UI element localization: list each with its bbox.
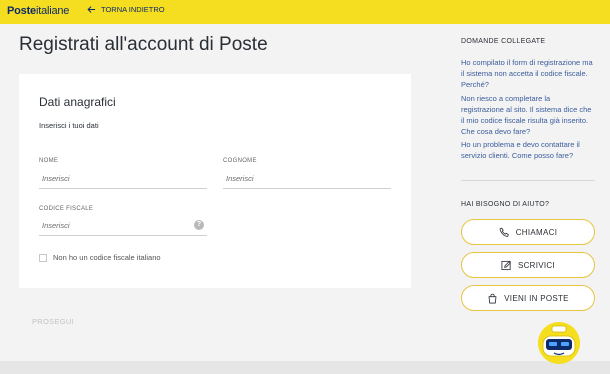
checkbox-square[interactable] [39,253,47,262]
write-button[interactable]: SCRIVICI [461,252,595,278]
checkbox-label: Non ho un codice fiscale italiano [53,253,161,262]
pencil-icon [501,260,511,270]
write-label: SCRIVICI [517,260,556,270]
cognome-placeholder: Inserisci [226,174,254,183]
top-bar: Posteitaliane TORNA INDIETRO [0,0,610,24]
call-button[interactable]: CHIAMACI [461,219,595,245]
nome-placeholder: Inserisci [42,174,70,183]
no-codice-fiscale-checkbox[interactable]: Non ho un codice fiscale italiano [39,253,161,262]
personal-data-card: Dati anagrafici Inserisci i tuoi dati NO… [19,74,411,288]
phone-icon [499,227,509,237]
poste-italiane-logo[interactable]: Posteitaliane [7,5,69,17]
help-icon[interactable]: ? [194,220,204,230]
codice-fiscale-label: CODICE FISCALE [39,206,94,212]
back-button[interactable]: TORNA INDIETRO [87,5,165,14]
section-subtitle: Inserisci i tuoi dati [39,121,99,130]
cognome-input[interactable]: Inserisci [223,174,391,189]
chatbot-avatar-icon[interactable] [538,322,580,364]
visit-label: VIENI IN POSTE [504,293,569,303]
related-questions-title: DOMANDE COLLEGATE [461,38,546,45]
shopping-bag-icon [488,293,497,303]
help-title: HAI BISOGNO DI AIUTO? [461,201,550,208]
footer-bar [0,361,610,374]
prosegui-button[interactable]: PROSEGUI [32,317,74,326]
codice-fiscale-input[interactable]: Inserisci ? [39,220,207,236]
call-label: CHIAMACI [515,227,558,237]
cognome-label: COGNOME [223,158,257,164]
back-label: TORNA INDIETRO [101,5,165,14]
arrow-left-icon [87,6,96,13]
related-link[interactable]: Ho un problema e devo contattare il serv… [461,139,593,161]
visit-post-office-button[interactable]: VIENI IN POSTE [461,285,595,311]
codice-fiscale-placeholder: Inserisci [42,221,70,230]
robot-face-icon [538,322,580,364]
divider [461,180,595,181]
related-link[interactable]: Non riesco a completare la registrazione… [461,93,593,137]
page-title: Registrati all'account di Poste [19,34,268,55]
section-title: Dati anagrafici [39,95,116,109]
nome-input[interactable]: Inserisci [39,174,207,189]
nome-label: NOME [39,158,59,164]
related-link[interactable]: Ho compilato il form di registrazione ma… [461,57,593,90]
